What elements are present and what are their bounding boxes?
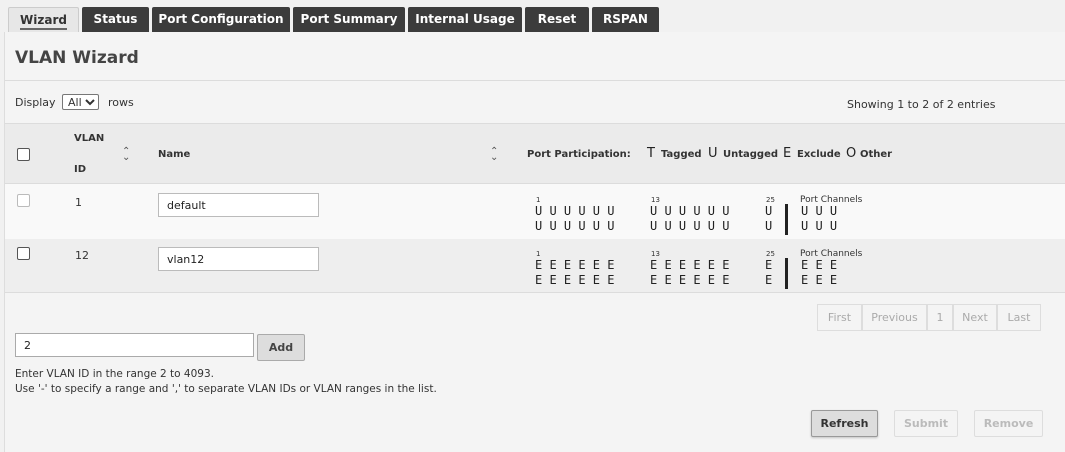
port-start-1: 1 <box>536 250 541 258</box>
port-channels-row2[interactable]: E E E <box>801 273 837 288</box>
col-name: Name <box>158 149 191 160</box>
display-rows-suffix: rows <box>108 96 134 109</box>
ports-1-12-row1[interactable]: E E E E E E <box>535 258 614 273</box>
port-channels-row2[interactable]: U U U <box>801 219 837 234</box>
col-port-participation: Port Participation: <box>527 149 631 160</box>
vlan-name-input[interactable] <box>158 193 319 217</box>
ports-1-12-row1[interactable]: U U U U U U <box>535 204 614 219</box>
wizard-panel: VLAN Wizard Display All rows Showing 1 t… <box>4 32 1065 452</box>
legend-tagged-letter: T <box>647 146 655 161</box>
port-start-25: 25 <box>766 196 775 204</box>
tab-port-configuration[interactable]: Port Configuration <box>152 7 290 32</box>
legend-other-label: Other <box>860 149 893 160</box>
ports-13-24-row1[interactable]: E E E E E E <box>650 258 729 273</box>
sort-vlan-id-icon[interactable]: ⌃ ⌄ <box>122 147 130 163</box>
ports-1-12-row2[interactable]: U U U U U U <box>535 219 614 234</box>
row-checkbox <box>17 194 30 207</box>
table-header: VLAN ID ⌃ ⌄ Name ⌃ ⌄ Port Participation: T… <box>5 123 1065 184</box>
pagination-previous-button[interactable]: Previous <box>862 304 927 331</box>
entries-info: Showing 1 to 2 of 2 entries <box>847 98 996 111</box>
legend-other-letter: O <box>846 146 857 161</box>
port-channels-row1[interactable]: U U U <box>801 204 837 219</box>
table-row: 1 1 13 25 Port Channels U U U U U U U U … <box>5 184 1065 239</box>
title-divider <box>5 80 1065 81</box>
tab-reset[interactable]: Reset <box>525 7 589 32</box>
vlan-id-cell: 1 <box>75 196 82 209</box>
remove-button[interactable]: Remove <box>974 410 1043 437</box>
vlan-id-cell: 12 <box>75 249 89 262</box>
table-row: 12 1 13 25 Port Channels E E E E E E E E… <box>5 239 1065 293</box>
port-start-1: 1 <box>536 196 541 204</box>
legend-untagged-label: Untagged <box>723 149 779 160</box>
port-25-row2[interactable]: E <box>765 273 772 288</box>
help-text-syntax: Use '-' to specify a range and ',' to se… <box>15 383 437 395</box>
help-text-range: Enter VLAN ID in the range 2 to 4093. <box>15 368 214 380</box>
tab-wizard-label: Wizard <box>20 13 67 30</box>
port-25-row2[interactable]: U <box>765 219 772 234</box>
legend-exclude-letter: E <box>783 146 792 161</box>
legend-tagged-label: Tagged <box>661 149 702 160</box>
col-vlan-id-line2: ID <box>74 164 87 175</box>
port-start-13: 13 <box>651 196 660 204</box>
vlan-name-input[interactable] <box>158 247 319 271</box>
pagination-first-button[interactable]: First <box>817 304 862 331</box>
col-vlan-id-line1: VLAN <box>74 133 105 144</box>
submit-button[interactable]: Submit <box>894 410 958 437</box>
display-label: Display <box>15 96 56 109</box>
tab-rspan[interactable]: RSPAN <box>592 7 659 32</box>
port-25-row1[interactable]: U <box>765 204 772 219</box>
port-25-row1[interactable]: E <box>765 258 772 273</box>
tab-port-summary[interactable]: Port Summary <box>293 7 405 32</box>
ports-13-24-row2[interactable]: E E E E E E <box>650 273 729 288</box>
tab-bar: Wizard Status Port Configuration Port Su… <box>0 0 1065 32</box>
port-channels-row1[interactable]: E E E <box>801 258 837 273</box>
refresh-button[interactable]: Refresh <box>811 410 878 437</box>
vlan-id-input[interactable] <box>15 333 254 357</box>
add-button[interactable]: Add <box>257 334 305 361</box>
row-checkbox[interactable] <box>17 247 30 260</box>
tab-wizard[interactable]: Wizard <box>8 7 79 32</box>
tab-internal-usage[interactable]: Internal Usage <box>408 7 522 32</box>
ports-13-24-row1[interactable]: U U U U U U <box>650 204 729 219</box>
sort-name-icon[interactable]: ⌃ ⌄ <box>490 147 498 163</box>
port-separator <box>785 258 788 289</box>
page-title: VLAN Wizard <box>15 48 139 68</box>
port-separator <box>785 204 788 235</box>
tab-status[interactable]: Status <box>82 7 149 32</box>
display-rows-select[interactable]: All <box>62 94 99 110</box>
legend-exclude-label: Exclude <box>797 149 841 160</box>
ports-13-24-row2[interactable]: U U U U U U <box>650 219 729 234</box>
legend-untagged-letter: U <box>708 146 718 161</box>
ports-1-12-row2[interactable]: E E E E E E <box>535 273 614 288</box>
port-start-25: 25 <box>766 250 775 258</box>
pagination-last-button[interactable]: Last <box>997 304 1041 331</box>
pagination-next-button[interactable]: Next <box>953 304 997 331</box>
port-start-13: 13 <box>651 250 660 258</box>
select-all-checkbox[interactable] <box>17 148 30 161</box>
pagination-page-button[interactable]: 1 <box>927 304 953 331</box>
